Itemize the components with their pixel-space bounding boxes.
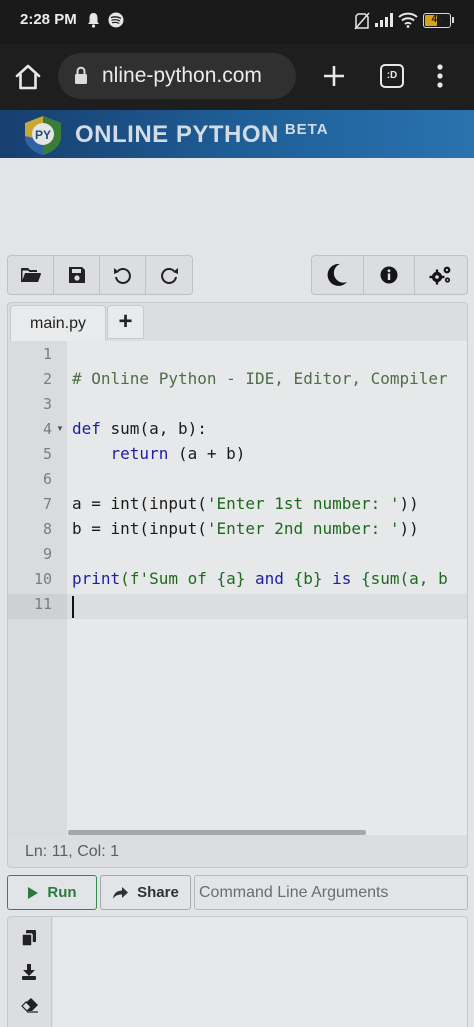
settings-button[interactable]	[415, 256, 467, 294]
download-icon[interactable]	[21, 963, 37, 981]
code-fstring: (f'Sum of {a}	[120, 569, 256, 588]
line-number: 2	[42, 370, 52, 388]
status-time: 2:28 PM	[20, 11, 77, 28]
site-title: ONLINE PYTHON BETA	[75, 121, 329, 149]
output-tools-sidebar	[8, 917, 52, 1027]
command-line-args-input[interactable]	[194, 875, 468, 910]
python-logo-icon[interactable]: PY	[22, 114, 64, 156]
save-icon	[68, 267, 85, 283]
add-file-tab-button[interactable]: +	[107, 305, 144, 339]
code-keyword: is	[332, 569, 352, 588]
output-console[interactable]	[53, 917, 467, 1027]
undo-icon	[113, 268, 131, 284]
share-button[interactable]: Share	[100, 875, 191, 910]
undo-button[interactable]	[100, 256, 146, 294]
info-icon	[380, 266, 398, 284]
code-text: b = int(input(	[72, 519, 207, 538]
no-sim-icon	[354, 12, 370, 30]
battery-level: 45	[431, 14, 443, 25]
code-keyword: print	[72, 569, 121, 588]
output-panel	[7, 916, 468, 1027]
code-fstring: {b}	[283, 569, 333, 588]
new-tab-icon[interactable]	[320, 62, 348, 90]
line-number: 8	[42, 520, 52, 538]
cursor-position-status: Ln: 11, Col: 1	[25, 843, 119, 860]
spotify-icon	[108, 12, 124, 28]
lock-icon	[75, 66, 87, 84]
line-number: 6	[42, 470, 52, 488]
code-keyword: return	[110, 444, 169, 463]
battery-indicator: 45	[423, 13, 454, 28]
view-toolbar	[311, 255, 468, 295]
line-number: 7	[42, 495, 52, 513]
fold-arrow-icon[interactable]: ▼	[56, 424, 64, 433]
site-title-text: ONLINE PYTHON	[75, 121, 279, 148]
run-label: Run	[47, 884, 77, 901]
bell-icon	[88, 13, 99, 28]
code-fstring: {sum(a, b	[351, 569, 448, 588]
line-number: 5	[42, 445, 52, 463]
battery-nub	[452, 17, 454, 23]
code-keyword: and	[255, 569, 284, 588]
code-line-2: # Online Python - IDE, Editor, Compiler	[72, 369, 448, 388]
logo-text: PY	[35, 128, 51, 142]
line-number: 9	[42, 545, 52, 563]
home-icon[interactable]	[12, 61, 44, 93]
run-button[interactable]: Run	[7, 875, 97, 910]
beta-badge: BETA	[284, 121, 329, 138]
settings-gears-icon	[429, 266, 451, 285]
code-editor: main.py + 1 2 3 4 ▼ 5 6 7 8 9 10 11 # On…	[7, 302, 468, 868]
info-button[interactable]	[364, 256, 416, 294]
active-line-highlight	[67, 594, 467, 619]
dark-mode-button[interactable]	[312, 256, 364, 294]
share-label: Share	[137, 884, 179, 901]
signal-icon	[375, 13, 393, 27]
code-string: 'Enter 1st number: '	[206, 494, 400, 513]
code-line-7: a = int(input('Enter 1st number: '))	[72, 494, 419, 513]
code-line-4: def sum(a, b):	[72, 419, 207, 438]
line-number: 3	[42, 395, 52, 413]
url-text: nline-python.com	[102, 64, 262, 87]
code-keyword: def	[72, 419, 101, 438]
code-line-8: b = int(input('Enter 2nd number: '))	[72, 519, 419, 538]
horizontal-scrollbar[interactable]	[68, 830, 366, 835]
site-header: PY ONLINE PYTHON BETA	[0, 110, 474, 158]
redo-icon	[161, 268, 178, 284]
address-bar[interactable]: nline-python.com	[58, 53, 296, 99]
tab-main-py[interactable]: main.py	[10, 305, 106, 341]
play-icon	[28, 886, 39, 899]
browser-toolbar: nline-python.com :D	[0, 44, 474, 110]
copy-icon[interactable]	[21, 929, 37, 947]
tab-switcher-button[interactable]: :D	[380, 64, 404, 88]
code-line-10: print(f'Sum of {a} and {b} is {sum(a, b	[72, 569, 448, 588]
code-text: a = int(input(	[72, 494, 207, 513]
code-line-5: return (a + b)	[72, 444, 246, 463]
line-number: 10	[33, 570, 52, 588]
open-file-button[interactable]	[8, 256, 54, 294]
line-number: 11	[33, 595, 52, 613]
code-string: 'Enter 2nd number: '	[206, 519, 400, 538]
code-text: (a + b)	[168, 444, 246, 463]
overflow-menu-icon[interactable]	[430, 62, 450, 90]
code-text: ))	[399, 519, 419, 538]
line-number: 1	[42, 345, 52, 363]
eraser-icon[interactable]	[21, 997, 39, 1013]
wifi-icon	[398, 12, 418, 28]
code-text: ))	[399, 494, 419, 513]
code-comment: # Online Python - IDE, Editor, Compiler	[72, 369, 448, 388]
line-number-gutter	[8, 341, 67, 835]
code-area[interactable]: 1 2 3 4 ▼ 5 6 7 8 9 10 11 # Online Pytho…	[8, 341, 467, 835]
code-text: sum(a, b):	[100, 419, 207, 438]
status-bar: 2:28 PM 45	[0, 0, 474, 44]
line-number: 4	[42, 420, 52, 438]
redo-button[interactable]	[146, 256, 192, 294]
share-arrow-icon	[113, 886, 129, 899]
save-button[interactable]	[54, 256, 100, 294]
dark-mode-moon-icon	[327, 263, 348, 286]
file-toolbar	[7, 255, 193, 295]
open-folder-icon	[20, 268, 41, 282]
text-cursor	[72, 596, 74, 618]
